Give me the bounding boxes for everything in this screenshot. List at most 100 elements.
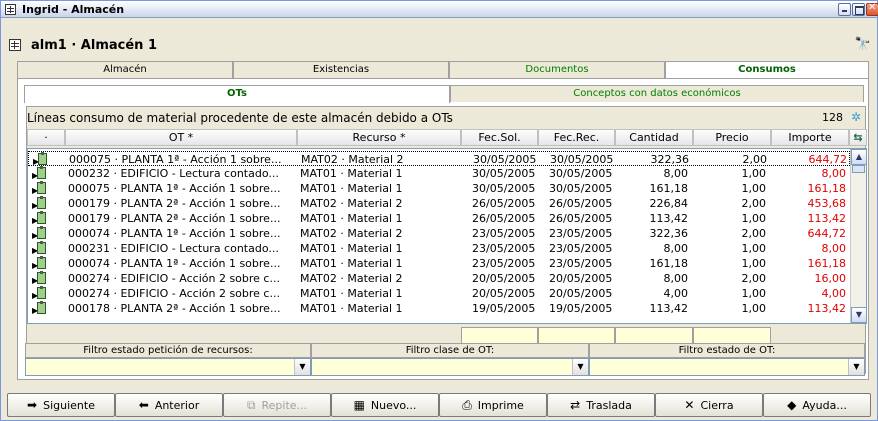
cell-fecrec: 23/05/2005 — [549, 257, 613, 270]
col-header-fecsol[interactable]: Fec.Sol. — [461, 129, 538, 146]
cell-recurso: MAT01 · Material 1 — [300, 257, 403, 270]
cell-importe: 453,68 — [807, 197, 847, 210]
cell-importe: 113,42 — [807, 302, 847, 315]
cell-fecrec: 26/05/2005 — [549, 212, 613, 225]
cell-ot: 000075 · PLANTA 1ª - Acción 1 sobre... — [68, 182, 281, 195]
table-row[interactable]: ▶ 000074 · PLANTA 1ª - Acción 1 sobre... M… — [28, 226, 850, 241]
tab-documentos[interactable]: Documentos — [449, 61, 665, 78]
filter-select-clase[interactable]: ▼ — [311, 358, 589, 376]
cell-fecsol: 20/05/2005 — [472, 272, 536, 285]
cell-recurso: MAT02 · Material 2 — [300, 272, 403, 285]
siguiente-button[interactable]: ➡ Siguiente — [7, 393, 115, 417]
chevron-down-icon[interactable]: ▼ — [572, 359, 588, 375]
column-chooser-icon[interactable]: ⇆ — [849, 129, 867, 146]
cell-recurso: MAT02 · Material 2 — [301, 153, 404, 166]
tab-existencias[interactable]: Existencias — [233, 61, 449, 78]
anterior-button[interactable]: ⬅ Anterior — [115, 393, 223, 417]
table-row[interactable]: ▶ 000179 · PLANTA 2ª - Acción 1 sobre... M… — [28, 196, 850, 211]
chevron-down-icon[interactable]: ▼ — [294, 359, 310, 375]
clipboard-icon: ▶ — [32, 286, 46, 300]
table-row[interactable]: ▶ 000274 · EDIFICIO - Acción 2 sobre c...… — [28, 286, 850, 301]
cell-ot: 000232 · EDIFICIO - Lectura contado... — [68, 167, 279, 180]
clipboard-icon: ▶ — [32, 166, 46, 180]
vertical-scrollbar[interactable]: ▲ ▼ — [850, 149, 866, 323]
tab-ots[interactable]: OTs — [24, 85, 450, 103]
col-header-selector[interactable]: · — [27, 129, 65, 146]
window-title: Ingrid - Almacén — [22, 3, 125, 16]
col-header-ot[interactable]: OT * — [65, 129, 297, 146]
cell-fecsol: 26/05/2005 — [472, 212, 536, 225]
table-row[interactable]: ▶ 000178 · PLANTA 2ª - Acción 1 sobre... M… — [28, 301, 850, 316]
imprime-button[interactable]: ⎙ Imprime — [439, 393, 547, 417]
col-header-importe[interactable]: Importe — [771, 129, 849, 146]
repite-button[interactable]: ⧉ Repite... — [223, 393, 331, 417]
cell-ot: 000178 · PLANTA 2ª - Acción 1 sobre... — [68, 302, 281, 315]
minimize-button[interactable] — [838, 3, 851, 16]
clipboard-icon: ▶ — [32, 241, 46, 255]
col-header-recurso[interactable]: Recurso * — [297, 129, 461, 146]
nuevo-button[interactable]: ▦ Nuevo... — [331, 393, 439, 417]
refresh-icon[interactable]: ✲ — [851, 110, 861, 124]
main-tabs: Almacén Existencias Documentos Consumos — [17, 61, 869, 79]
cell-importe: 16,00 — [814, 272, 847, 285]
cell-ot: 000179 · PLANTA 2ª - Acción 1 sobre... — [68, 212, 281, 225]
printer-icon: ⎙ — [462, 398, 472, 412]
tab-consumos[interactable]: Consumos — [665, 61, 869, 79]
cell-ot: 000179 · PLANTA 2ª - Acción 1 sobre... — [68, 197, 281, 210]
scroll-thumb[interactable] — [852, 165, 865, 173]
filters-area: Filtro estado petición de recursos: ▼ Fi… — [7, 343, 865, 377]
filter-select-peticion[interactable]: ▼ — [25, 358, 311, 376]
cell-importe: 161,18 — [807, 182, 847, 195]
cell-recurso: MAT02 · Material 2 — [300, 197, 403, 210]
scroll-up-button[interactable]: ▲ — [851, 149, 866, 165]
col-header-precio[interactable]: Precio — [693, 129, 771, 146]
cell-fecsol: 30/05/2005 — [472, 182, 536, 195]
cell-fecsol: 30/05/2005 — [473, 153, 537, 166]
cell-precio: 1,00 — [741, 212, 767, 225]
cell-recurso: MAT01 · Material 1 — [300, 242, 403, 255]
ayuda-button[interactable]: ◆ Ayuda... — [763, 393, 871, 417]
cell-importe: 161,18 — [807, 257, 847, 270]
column-headers: · OT * Recurso * Fec.Sol. Fec.Rec. Canti… — [27, 129, 867, 146]
clipboard-icon: ▶ — [32, 211, 46, 225]
new-document-icon: ▦ — [353, 398, 365, 412]
traslada-button[interactable]: ⇄ Traslada — [547, 393, 655, 417]
maximize-button[interactable] — [852, 3, 865, 16]
chevron-down-icon[interactable]: ▼ — [848, 359, 864, 375]
arrow-right-icon: ➡ — [27, 398, 38, 412]
cell-recurso: MAT01 · Material 1 — [300, 302, 403, 315]
cell-precio: 2,00 — [741, 227, 767, 240]
tab-conceptos[interactable]: Conceptos con datos económicos — [450, 85, 864, 102]
table-row[interactable]: ▶ 000075 · PLANTA 1ª - Acción 1 sobre... M… — [28, 181, 850, 196]
cell-precio: 1,00 — [741, 167, 767, 180]
document-title: alm1 · Almacén 1 — [31, 38, 157, 53]
sub-tabs: OTs Conceptos con datos económicos — [24, 85, 864, 103]
clipboard-icon: ▶ — [32, 181, 46, 195]
table-row[interactable]: ▶ 000075 · PLANTA 1ª - Acción 1 sobre... M… — [28, 151, 850, 166]
cell-importe: 8,00 — [821, 242, 847, 255]
tab-almacen[interactable]: Almacén — [17, 61, 233, 78]
cell-precio: 2,00 — [741, 197, 767, 210]
table-row[interactable]: ▶ 000231 · EDIFICIO - Lectura contado... M… — [28, 241, 850, 256]
cell-recurso: MAT01 · Material 1 — [300, 182, 403, 195]
cierra-button[interactable]: ✕ Cierra — [655, 393, 763, 417]
cell-recurso: MAT01 · Material 1 — [300, 212, 403, 225]
clipboard-icon: ▶ — [32, 196, 46, 210]
close-button[interactable] — [866, 2, 878, 16]
col-header-fecrec[interactable]: Fec.Rec. — [538, 129, 615, 146]
cell-recurso: MAT01 · Material 1 — [300, 287, 403, 300]
table-row[interactable]: ▶ 000274 · EDIFICIO - Acción 2 sobre c...… — [28, 271, 850, 286]
col-header-cantidad[interactable]: Cantidad — [615, 129, 693, 146]
scroll-down-button[interactable]: ▼ — [851, 307, 866, 323]
binoculars-search-icon[interactable]: 🔭 — [855, 37, 871, 52]
cell-precio: 2,00 — [741, 272, 767, 285]
cell-fecrec: 19/05/2005 — [549, 302, 613, 315]
table-row[interactable]: ▶ 000074 · PLANTA 1ª - Acción 1 sobre... M… — [28, 256, 850, 271]
table-row[interactable]: ▶ 000232 · EDIFICIO - Lectura contado... M… — [28, 166, 850, 181]
cell-fecrec: 20/05/2005 — [549, 287, 613, 300]
cell-fecsol: 23/05/2005 — [472, 257, 536, 270]
table-row[interactable]: ▶ 000179 · PLANTA 2ª - Acción 1 sobre... M… — [28, 211, 850, 226]
transfer-icon: ⇄ — [570, 398, 581, 412]
cell-cantidad: 322,36 — [649, 227, 689, 240]
filter-select-estado[interactable]: ▼ — [589, 358, 865, 376]
